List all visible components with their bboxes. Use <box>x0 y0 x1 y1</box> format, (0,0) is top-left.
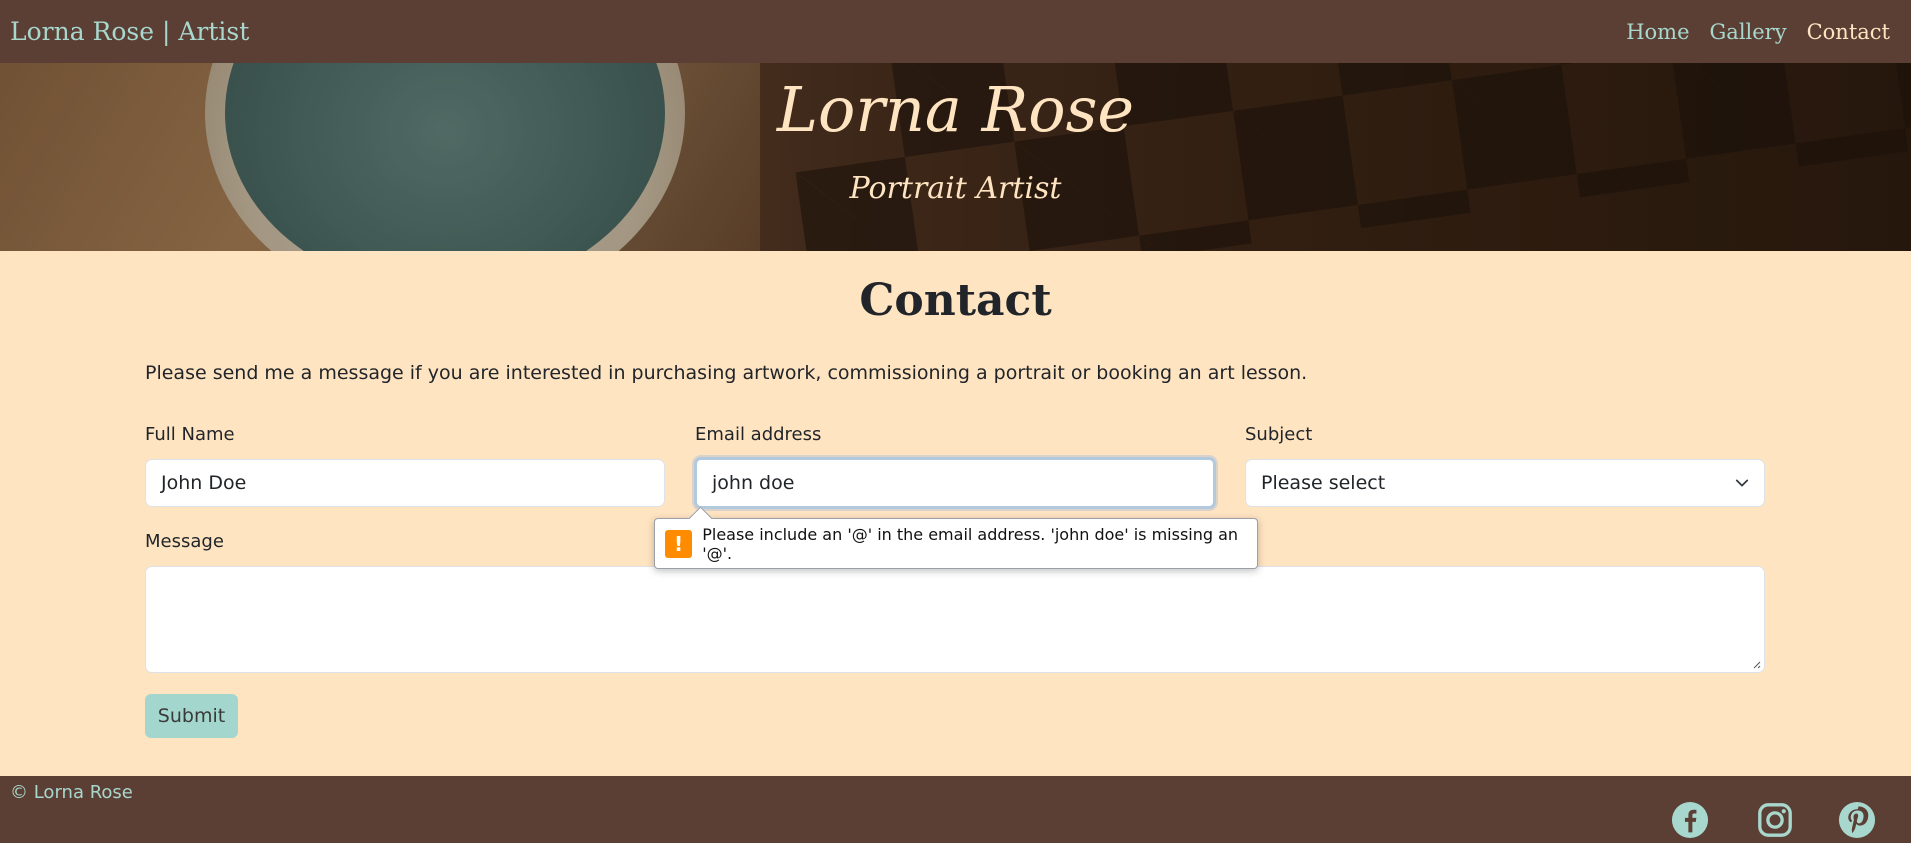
subject-selected: Please select <box>1261 472 1386 494</box>
nav-link-contact[interactable]: Contact <box>1807 20 1890 44</box>
full-name-value: John Doe <box>161 472 247 494</box>
subject-select[interactable]: Please select <box>1245 459 1765 507</box>
email-value: john doe <box>712 472 795 494</box>
warning-icon: ! <box>665 529 693 558</box>
pinterest-icon[interactable] <box>1838 801 1876 839</box>
subject-label: Subject <box>1245 424 1313 445</box>
nav-links: Home Gallery Contact <box>1626 20 1901 44</box>
full-name-input[interactable]: John Doe <box>145 459 665 507</box>
validation-tooltip: ! Please include an '@' in the email add… <box>654 518 1258 569</box>
nav-link-home[interactable]: Home <box>1626 20 1689 44</box>
brand-logo[interactable]: Lorna Rose | Artist <box>10 17 249 46</box>
page-title: Contact <box>859 275 1052 326</box>
navbar: Lorna Rose | Artist Home Gallery Contact <box>0 0 1911 63</box>
submit-button[interactable]: Submit <box>145 694 238 738</box>
message-textarea[interactable] <box>145 566 1765 673</box>
email-label: Email address <box>695 424 822 445</box>
hero-banner: Lorna Rose Portrait Artist <box>0 63 1911 251</box>
validation-message: Please include an '@' in the email addre… <box>702 524 1239 563</box>
message-label: Message <box>145 531 224 552</box>
footer: © Lorna Rose <box>0 776 1911 843</box>
instagram-icon[interactable] <box>1756 801 1794 839</box>
full-name-label: Full Name <box>145 424 235 445</box>
intro-text: Please send me a message if you are inte… <box>145 362 1308 384</box>
hero-subtitle: Portrait Artist <box>849 171 1062 206</box>
resize-handle-icon[interactable] <box>1751 659 1761 669</box>
facebook-icon[interactable] <box>1671 801 1709 839</box>
email-input[interactable]: john doe <box>694 457 1216 509</box>
copyright-text: © Lorna Rose <box>10 782 133 803</box>
nav-link-gallery[interactable]: Gallery <box>1710 20 1787 44</box>
hero-title: Lorna Rose <box>776 73 1135 146</box>
chevron-down-icon <box>1735 479 1749 487</box>
